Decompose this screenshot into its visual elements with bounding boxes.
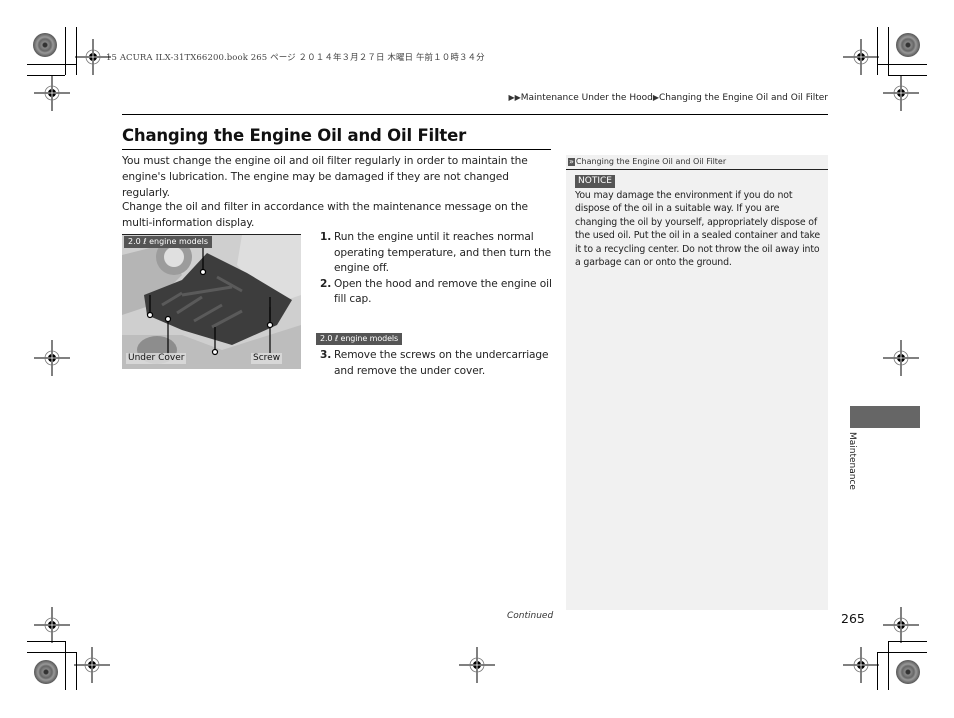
undercarriage-drawing <box>122 235 301 369</box>
engine-model-tag: 2.0 ℓ engine models <box>124 236 213 248</box>
page-number: 265 <box>841 611 865 626</box>
step-number: 2. <box>320 277 332 290</box>
registration-rosette-icon <box>33 33 57 57</box>
notice-badge: NOTICE <box>575 175 615 188</box>
registration-target-icon <box>842 646 880 684</box>
screw-label: Screw <box>251 353 283 364</box>
under-cover-illustration: 2.0 ℓ engine models Under Cover Screw <box>122 234 301 369</box>
print-header: 15 ACURA ILX-31TX66200.book 265 ページ ２０１４… <box>106 53 485 63</box>
step-text: Run the engine until it reaches normal o… <box>334 231 552 274</box>
step-text: Remove the screws on the undercarriage a… <box>334 349 549 377</box>
side-note-title[interactable]: Changing the Engine Oil and Oil Filter <box>576 157 726 166</box>
maintenance-paragraph: Change the oil and filter in accordance … <box>122 201 528 229</box>
continued-note: Continued <box>507 611 554 621</box>
registration-target-icon <box>882 74 920 112</box>
step-item: 1. Run the engine until it reaches norma… <box>320 230 555 277</box>
reference-icon: » <box>568 157 575 166</box>
double-arrow-icon: ▶▶ <box>508 93 521 102</box>
step-number: 3. <box>320 349 332 361</box>
registration-target-icon <box>33 74 71 112</box>
engine-model-tag: 2.0 ℓ engine models <box>316 332 403 345</box>
registration-rosette-icon <box>34 660 58 684</box>
step-item: 3. Remove the screws on the undercarriag… <box>320 348 555 379</box>
breadcrumb-item[interactable]: Maintenance Under the Hood <box>521 93 653 103</box>
side-note-heading: » Changing the Engine Oil and Oil Filter <box>566 155 828 170</box>
step-item: 2. Open the hood and remove the engine o… <box>320 277 555 308</box>
registration-target-icon <box>882 606 920 644</box>
registration-target-icon <box>33 339 71 377</box>
registration-target-icon <box>882 339 920 377</box>
step-number: 1. <box>320 231 332 243</box>
header-divider <box>122 114 828 115</box>
registration-target-icon <box>842 38 880 76</box>
registration-target-icon <box>33 606 71 644</box>
registration-target-icon <box>458 646 496 684</box>
breadcrumb: ▶▶Maintenance Under the Hood▶Changing th… <box>508 93 828 103</box>
breadcrumb-item[interactable]: Changing the Engine Oil and Oil Filter <box>659 93 828 103</box>
intro-paragraph: You must change the engine oil and oil f… <box>122 155 528 199</box>
registration-rosette-icon <box>896 33 920 57</box>
under-cover-label: Under Cover <box>126 353 187 364</box>
procedure-steps: 1. Run the engine until it reaches norma… <box>316 230 555 379</box>
section-tab-label: Maintenance <box>847 432 857 490</box>
step-text: Open the hood and remove the engine oil … <box>334 277 552 306</box>
notice-text: You may damage the environment if you do… <box>575 190 821 269</box>
registration-rosette-icon <box>896 660 920 684</box>
page-title: Changing the Engine Oil and Oil Filter <box>122 126 467 145</box>
registration-target-icon <box>73 646 111 684</box>
title-divider <box>122 149 551 150</box>
section-tab[interactable] <box>850 406 920 428</box>
